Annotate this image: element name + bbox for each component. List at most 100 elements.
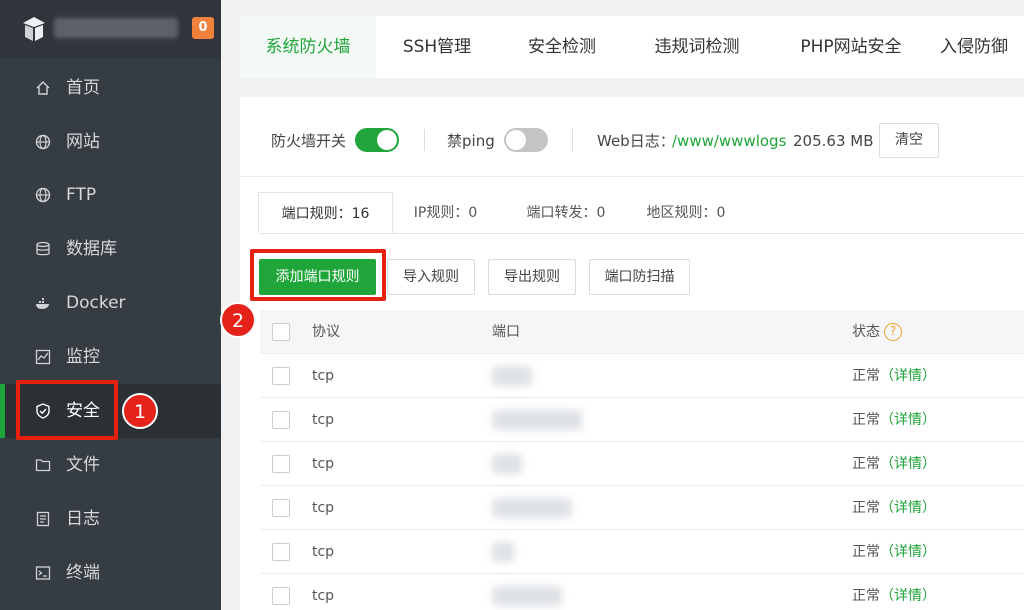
step-badge-1: 1 [122,393,158,429]
sidebar-item-label: 首页 [66,78,100,98]
top-tab-bar: 系统防火墙 SSH管理 安全检测 违规词检测 PHP网站安全 入侵防御 [240,16,1024,78]
logo-icon [23,17,45,41]
sidebar-item-home[interactable]: 首页 [0,61,221,115]
table-row: tcp 正常（详情） [260,574,1024,610]
tab-ssh[interactable]: SSH管理 [380,16,494,78]
row-checkbox[interactable] [272,411,290,429]
docker-icon [36,298,49,309]
row-checkbox[interactable] [272,455,290,473]
sidebar-item-label: 文件 [66,455,100,475]
tab-security-scan[interactable]: 安全检测 [506,16,618,78]
home-icon [36,81,50,95]
document-icon [36,511,50,527]
sidebar-item-label: 监控 [66,347,100,367]
sidebar-item-monitor[interactable]: 监控 [0,330,221,384]
detail-link[interactable]: （详情） [880,544,936,560]
sidebar-item-files[interactable]: 文件 [0,438,221,492]
protocol-cell: tcp [312,588,335,604]
table-row: tcp 正常（详情） [260,442,1024,486]
firewall-toggle[interactable] [355,128,399,152]
sidebar-item-label: 终端 [66,563,100,583]
clear-logs-button[interactable]: 清空 [879,123,939,158]
divider [424,129,425,151]
table-row: tcp 正常（详情） [260,398,1024,442]
detail-link[interactable]: （详情） [880,588,936,604]
tab-port-forward[interactable]: 端口转发：0 [510,192,622,234]
tab-region-rules[interactable]: 地区规则：0 [636,192,736,234]
sidebar-item-ftp[interactable]: FTP [0,168,221,222]
ping-toggle[interactable] [504,128,548,152]
protocol-cell: tcp [312,500,335,516]
detail-link[interactable]: （详情） [880,500,936,516]
tab-port-rules[interactable]: 端口规则：16 [258,192,393,234]
sidebar-item-docker[interactable]: Docker [0,276,221,330]
status-cell: 正常（详情） [852,500,936,516]
table-row: tcp 正常（详情） [260,486,1024,530]
firewall-controls: 防火墙开关 禁ping Web日志： /www/wwwlogs 205.63 M… [240,97,1024,177]
port-scan-protect-button[interactable]: 端口防扫描 [589,259,690,295]
port-value-redacted [492,586,562,606]
folder-icon [35,459,51,472]
detail-link[interactable]: （详情） [880,368,936,384]
weblog-label: Web日志： [597,132,675,150]
row-checkbox[interactable] [272,367,290,385]
tab-system-firewall[interactable]: 系统防火墙 [240,16,376,78]
status-cell: 正常（详情） [852,456,936,472]
sidebar-item-label: 网站 [66,132,100,152]
status-cell: 正常（详情） [852,412,936,428]
globe-icon [35,134,51,150]
tab-intrusion-defense[interactable]: 入侵防御 [940,16,1024,78]
highlight-box-security [16,380,118,440]
port-value-redacted [492,410,582,430]
row-checkbox[interactable] [272,499,290,517]
sidebar-item-label: 数据库 [66,239,117,259]
row-checkbox[interactable] [272,543,290,561]
sidebar-item-logs[interactable]: 日志 [0,492,221,546]
divider [572,129,573,151]
port-value-redacted [492,542,514,562]
sidebar-item-label: FTP [66,185,97,205]
status-cell: 正常（详情） [852,588,936,604]
tab-php-security[interactable]: PHP网站安全 [778,16,924,78]
row-checkbox[interactable] [272,587,290,605]
tab-ip-rules[interactable]: IP规则：0 [403,192,488,234]
import-rules-button[interactable]: 导入规则 [387,259,475,295]
protocol-cell: tcp [312,544,335,560]
weblog-path-link[interactable]: /www/wwwlogs [672,131,786,151]
protocol-cell: tcp [312,368,335,384]
server-name-redacted [54,18,178,38]
status-header: 状态? [852,310,902,354]
table-row: tcp 正常（详情） [260,354,1024,398]
firewall-panel: 防火墙开关 禁ping Web日志： /www/wwwlogs 205.63 M… [240,97,1024,610]
globe-icon [35,187,51,203]
weblog-size: 205.63 MB [793,132,874,150]
sidebar-item-terminal[interactable]: 终端 [0,546,221,600]
database-icon [36,241,50,256]
sidebar: 0 首页 网站 FTP 数据库 Docker 监控 安全 文件 日志 终端 [0,0,221,610]
detail-link[interactable]: （详情） [880,412,936,428]
notification-badge[interactable]: 0 [192,17,214,39]
sidebar-item-label: Docker [66,293,126,313]
sidebar-item-label: 日志 [66,509,100,529]
port-value-redacted [492,366,532,386]
protocol-cell: tcp [312,456,335,472]
sidebar-item-database[interactable]: 数据库 [0,222,221,276]
detail-link[interactable]: （详情） [880,456,936,472]
tab-banned-words[interactable]: 违规词检测 [634,16,760,78]
port-value-redacted [492,454,522,474]
tab-divider [260,233,1024,234]
highlight-box-add-rule [250,249,386,301]
sidebar-item-website[interactable]: 网站 [0,115,221,169]
status-cell: 正常（详情） [852,368,936,384]
help-icon[interactable]: ? [884,323,902,341]
terminal-icon [35,566,51,580]
protocol-header: 协议 [312,324,340,340]
table-header: 协议 端口 状态? [260,310,1024,354]
port-header: 端口 [492,324,520,340]
chart-icon [35,349,51,365]
sidebar-header: 0 [0,0,221,58]
table-row: tcp 正常（详情） [260,530,1024,574]
protocol-cell: tcp [312,412,335,428]
export-rules-button[interactable]: 导出规则 [488,259,576,295]
select-all-checkbox[interactable] [272,323,290,341]
